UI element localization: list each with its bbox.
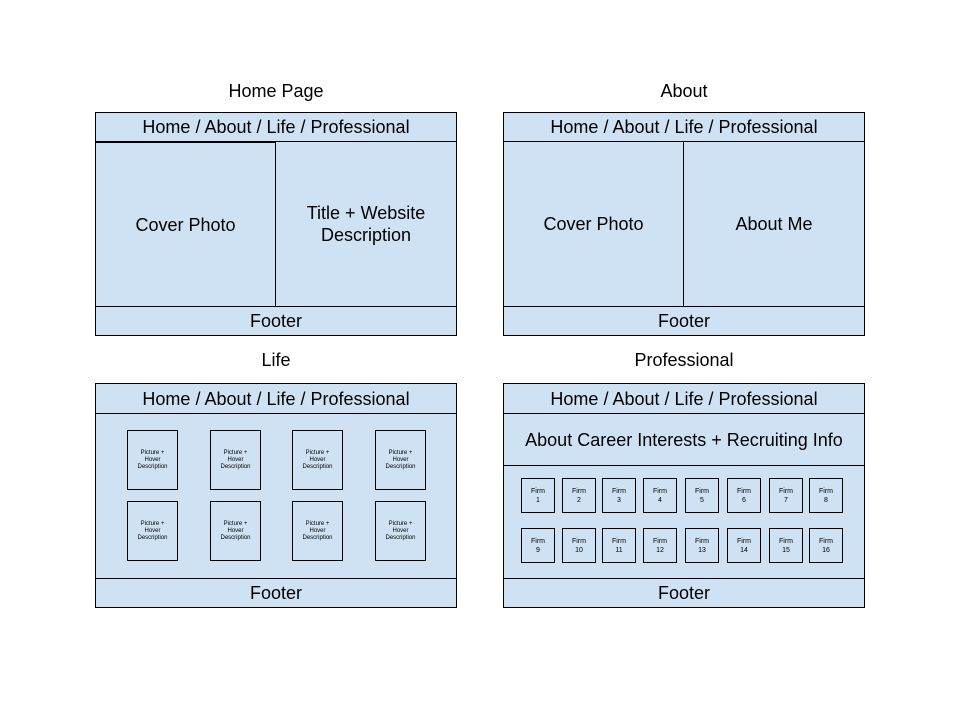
about-page-title: About [660,81,708,101]
firm-tile: Firm 2 [562,478,596,513]
home-cover-photo: Cover Photo [95,141,277,307]
home-page-title: Home Page [228,81,324,101]
life-picture-tile: Picture + Hover Description [375,501,426,561]
firm-tile: Firm 8 [809,478,843,513]
firm-tile: Firm 5 [685,478,719,513]
about-me-section: About Me [683,141,865,307]
firm-tile: Firm 10 [562,528,596,563]
about-page-wireframe: Home / About / Life / Professional Cover… [503,112,865,336]
professional-page-wireframe: Home / About / Life / Professional About… [503,383,865,608]
home-footer: Footer [95,306,457,336]
firm-tile: Firm 13 [685,528,719,563]
life-footer: Footer [95,578,457,608]
professional-footer: Footer [503,578,865,608]
life-picture-tile: Picture + Hover Description [292,430,343,490]
career-interests-section: About Career Interests + Recruiting Info [503,413,865,466]
firm-tile: Firm 11 [602,528,636,563]
firm-tile: Firm 12 [643,528,677,563]
life-page-wireframe: Home / About / Life / Professional Foote… [95,383,457,608]
life-picture-tile: Picture + Hover Description [127,430,178,490]
life-picture-tile: Picture + Hover Description [210,501,261,561]
life-picture-tile: Picture + Hover Description [210,430,261,490]
firm-tile: Firm 7 [769,478,803,513]
firm-tile: Firm 4 [643,478,677,513]
firm-tile: Firm 16 [809,528,843,563]
life-picture-tile: Picture + Hover Description [375,430,426,490]
firm-tile: Firm 6 [727,478,761,513]
life-nav-bar: Home / About / Life / Professional [95,383,457,414]
firm-tile: Firm 9 [521,528,555,563]
life-picture-tile: Picture + Hover Description [292,501,343,561]
home-title-description: Title + Website Description [275,141,457,307]
life-picture-tile: Picture + Hover Description [127,501,178,561]
professional-nav-bar: Home / About / Life / Professional [503,383,865,414]
firm-tile: Firm 15 [769,528,803,563]
firm-tile: Firm 3 [602,478,636,513]
home-nav-bar: Home / About / Life / Professional [95,112,457,142]
professional-page-title: Professional [634,350,734,370]
about-footer: Footer [503,306,865,336]
about-cover-photo: Cover Photo [503,141,684,307]
life-page-title: Life [261,350,291,370]
home-page-wireframe: Home / About / Life / Professional Cover… [95,112,457,336]
about-nav-bar: Home / About / Life / Professional [503,112,865,142]
firm-tile: Firm 1 [521,478,555,513]
firm-tile: Firm 14 [727,528,761,563]
